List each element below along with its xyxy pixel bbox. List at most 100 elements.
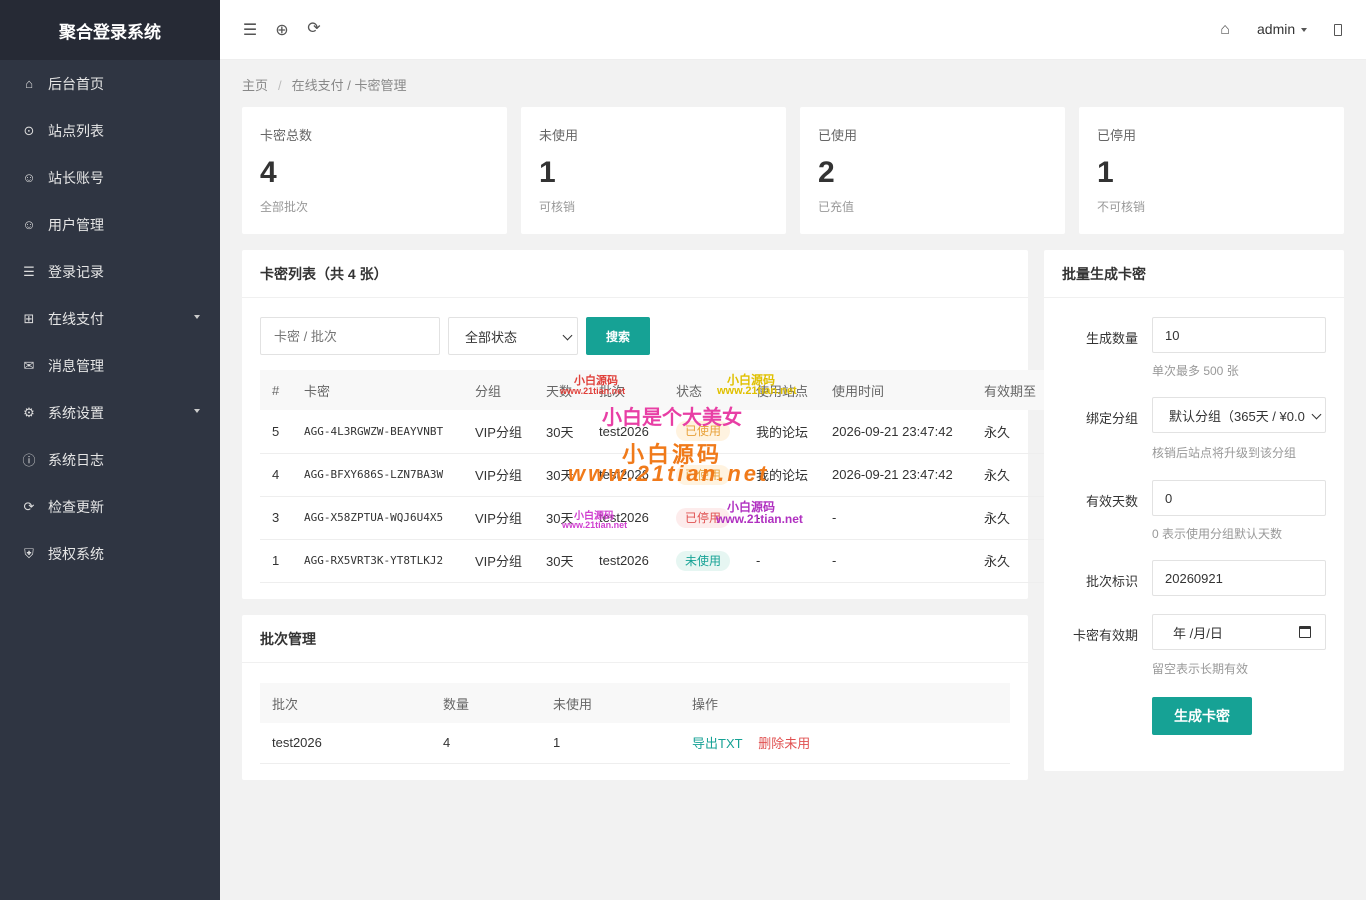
- circle-icon: ⊙: [23, 122, 35, 138]
- sidebar-item-home[interactable]: ⌂ 后台首页: [0, 60, 220, 107]
- stat-value: 1: [1097, 156, 1114, 189]
- status-badge: 未使用: [676, 550, 731, 571]
- sidebar-item-label: 站长账号: [48, 169, 104, 186]
- days-input[interactable]: 0: [1152, 480, 1326, 516]
- expire-date-input[interactable]: 年 /月/日: [1152, 614, 1326, 650]
- qty-input[interactable]: 10: [1152, 317, 1326, 353]
- col-header: 使用站点: [744, 370, 820, 410]
- batch-title: 批次管理: [242, 615, 1028, 663]
- cell-time: -: [820, 496, 972, 540]
- stat-label: 卡密总数: [260, 128, 313, 143]
- gear-icon: ⚙: [23, 404, 35, 420]
- sidebar-item-sites[interactable]: ⊙ 站点列表: [0, 107, 220, 154]
- col-header: 数量: [431, 683, 541, 723]
- globe-icon[interactable]: ⊕: [272, 20, 292, 40]
- search-button[interactable]: 搜索: [586, 317, 650, 355]
- stat-value: 2: [818, 156, 835, 189]
- generate-button[interactable]: 生成卡密: [1152, 697, 1252, 735]
- col-header: 有效期至: [972, 370, 1046, 410]
- col-header: #: [260, 370, 292, 410]
- cell-time: 2026-09-21 23:47:42: [820, 453, 972, 497]
- sidebar-item-label: 用户管理: [48, 216, 104, 233]
- cell-expire: 永久: [972, 410, 1046, 454]
- cell-expire: 永久: [972, 453, 1046, 497]
- mail-icon: ✉: [23, 357, 35, 373]
- batch-id-input[interactable]: 20260921: [1152, 560, 1326, 596]
- cell-expire: 永久: [972, 496, 1046, 540]
- cell-site: -: [744, 496, 820, 540]
- export-txt-link[interactable]: 导出TXT: [692, 736, 743, 751]
- cell-expire: 永久: [972, 539, 1046, 583]
- user-menu[interactable]: admin: [1257, 21, 1308, 37]
- sidebar-item-login-logs[interactable]: ☰ 登录记录: [0, 248, 220, 295]
- col-header: 操作: [680, 683, 1010, 723]
- cell-id: 5: [260, 410, 292, 454]
- cell-days: 30天: [534, 539, 587, 583]
- search-input[interactable]: [260, 317, 440, 355]
- chevron-down-icon: [1301, 28, 1308, 33]
- refresh-icon[interactable]: ⟳: [304, 18, 324, 38]
- cell-days: 30天: [534, 453, 587, 497]
- stat-label: 已使用: [818, 128, 858, 143]
- cell-group: VIP分组: [463, 410, 534, 454]
- group-select[interactable]: 默认分组（365天 / ¥0.0: [1152, 397, 1326, 433]
- group-label: 绑定分组: [1085, 411, 1138, 426]
- expire-date-value: 年 /月/日: [1173, 625, 1223, 641]
- cell-site: 我的论坛: [744, 453, 820, 497]
- stat-sub: 已充值: [818, 200, 855, 214]
- stat-card-disabled: 已停用 1 不可核销: [1079, 107, 1344, 234]
- expire-label: 卡密有效期: [1072, 628, 1138, 643]
- sidebar-item-check-update[interactable]: ⟳ 检查更新: [0, 483, 220, 530]
- sidebar-item-owners[interactable]: ☺ 站长账号: [0, 154, 220, 201]
- cell-code: AGG-4L3RGWZW-BEAYVNBT: [292, 410, 463, 454]
- sidebar-item-messages[interactable]: ✉ 消息管理: [0, 342, 220, 389]
- sidebar-item-users[interactable]: ☺ 用户管理: [0, 201, 220, 248]
- cell-code: AGG-RX5VRT3K-YT8TLKJ2: [292, 539, 463, 583]
- breadcrumb-home[interactable]: 主页: [242, 78, 268, 93]
- cell-id: 1: [260, 539, 292, 583]
- status-badge: 已使用: [676, 421, 731, 442]
- home-icon[interactable]: ⌂: [1215, 20, 1235, 40]
- cell-batch: test2026: [587, 453, 664, 497]
- menu-toggle-icon[interactable]: ☰: [240, 20, 260, 40]
- col-header: 状态: [664, 370, 744, 410]
- sidebar-item-system-logs[interactable]: ⓘ 系统日志: [0, 436, 220, 483]
- sidebar-item-settings[interactable]: ⚙ 系统设置: [0, 389, 220, 436]
- sidebar-item-label: 消息管理: [48, 357, 104, 374]
- calendar-icon: [1299, 626, 1311, 638]
- stat-sub: 不可核销: [1097, 200, 1146, 214]
- stat-value: 1: [539, 156, 556, 189]
- cell-time: -: [820, 539, 972, 583]
- status-select[interactable]: 全部状态: [448, 317, 578, 355]
- top-header: ☰ ⊕ ⟳ ⌂ admin: [220, 0, 1366, 60]
- cell-site: 我的论坛: [744, 410, 820, 454]
- table-row: test2026 4 1 导出TXT 删除未用: [260, 723, 1010, 764]
- delete-unused-link[interactable]: 删除未用: [758, 736, 810, 751]
- sidebar-item-payment[interactable]: ⊞ 在线支付: [0, 295, 220, 342]
- sidebar: 聚合登录系统 ⌂ 后台首页 ⊙ 站点列表 ☺ 站长账号 ☺ 用户管理 ☰ 登录记…: [0, 0, 220, 900]
- smile-icon: ☺: [22, 170, 36, 185]
- cell-code: AGG-X58ZPTUA-WQJ6U4X5: [292, 496, 463, 540]
- breadcrumb: 主页 / 在线支付 / 卡密管理: [242, 78, 407, 93]
- stat-card-unused: 未使用 1 可核销: [521, 107, 786, 234]
- col-header: 天数: [534, 370, 587, 410]
- qty-hint: 单次最多 500 张: [1152, 364, 1239, 378]
- sidebar-item-label: 系统设置: [48, 404, 104, 421]
- stat-value: 4: [260, 156, 277, 189]
- smile-icon: ☺: [22, 217, 36, 232]
- cell-id: 3: [260, 496, 292, 540]
- home-icon: ⌂: [25, 76, 33, 91]
- sidebar-item-label: 站点列表: [48, 122, 104, 139]
- card-list-panel: 卡密列表（共 4 张） 全部状态 搜索 # 卡密 分组 天数 批次 状态 使用站…: [242, 250, 1046, 599]
- chevron-down-icon: [562, 330, 573, 341]
- cell-days: 30天: [534, 496, 587, 540]
- sidebar-item-label: 系统日志: [48, 451, 104, 468]
- cell-id: 4: [260, 453, 292, 497]
- sidebar-item-license[interactable]: ⛨ 授权系统: [0, 530, 220, 577]
- stat-sub: 全部批次: [260, 200, 309, 214]
- sidebar-item-label: 后台首页: [48, 75, 104, 92]
- table-row: 4 AGG-BFXY686S-LZN7BA3W VIP分组 30天 test20…: [260, 453, 1046, 497]
- stat-sub: 可核销: [539, 200, 576, 214]
- status-badge: 已停用: [676, 507, 731, 528]
- more-icon[interactable]: [1328, 20, 1348, 40]
